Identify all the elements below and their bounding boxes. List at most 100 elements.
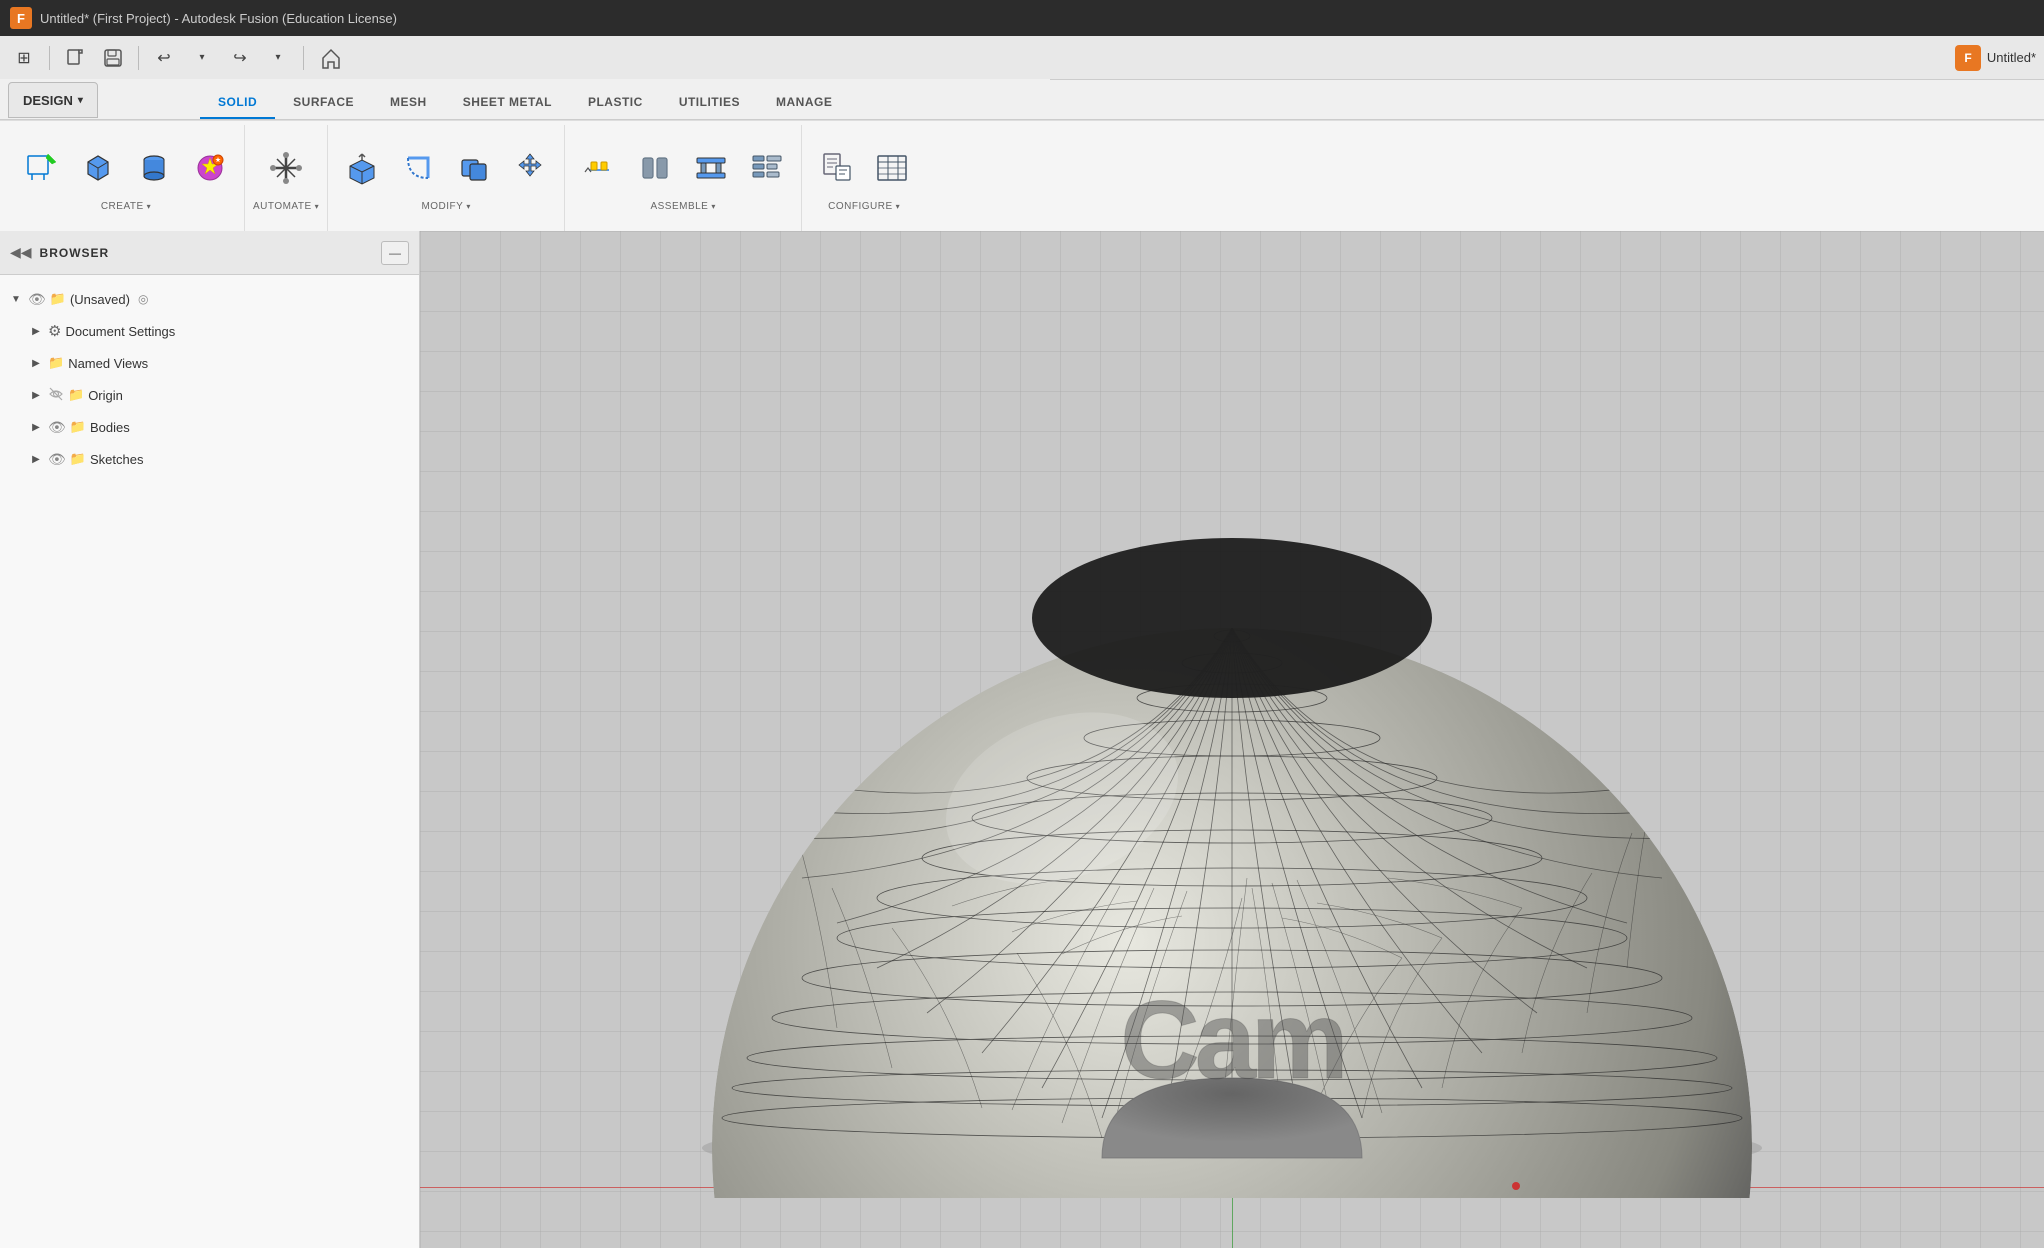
browser-collapse-button[interactable]: ◀◀ [10, 244, 32, 261]
eye-icon[interactable]: 👁 [28, 291, 46, 308]
eye-slash-icon[interactable] [48, 386, 64, 405]
redo-button[interactable]: ↪ [224, 44, 256, 72]
assemble-configure-tool[interactable] [741, 145, 793, 197]
browser-title: BROWSER [40, 246, 373, 260]
fillet-icon [400, 150, 436, 191]
create-label[interactable]: CREATE ▾ [101, 201, 151, 212]
joint-icon [581, 150, 617, 191]
icon-toolbar: CREATE ▾ [0, 120, 2044, 235]
top-toolbar: ⊞ ↩ ▾ ↪ ▾ F Untitled* [0, 36, 2044, 80]
window-title: Untitled* (First Project) - Autodesk Fus… [40, 11, 397, 26]
combine-icon [456, 150, 492, 191]
star-icon [192, 150, 228, 191]
modify-press-pull[interactable] [336, 145, 388, 197]
menu-tabs: SOLID SURFACE MESH SHEET METAL PLASTIC U… [0, 79, 1050, 119]
create-box-tool[interactable] [72, 145, 124, 197]
tree-bodies[interactable]: ▶ 👁 📁 Bodies [0, 411, 419, 443]
target-icon: ◎ [138, 292, 148, 306]
assemble-group: ASSEMBLE ▾ [565, 125, 802, 231]
create-chevron: ▾ [147, 202, 152, 211]
configure-table-tool[interactable] [866, 145, 918, 197]
configure-rules-tool[interactable] [810, 145, 862, 197]
assemble-rigid-tool[interactable] [629, 145, 681, 197]
tab-sheet-metal[interactable]: SHEET METAL [445, 87, 570, 119]
separator [49, 46, 50, 70]
configure-icon [749, 150, 785, 191]
viewport[interactable]: Cam [420, 231, 2044, 1248]
tree-root[interactable]: ▼ 👁 📁 (Unsaved) ◎ [0, 283, 419, 315]
tree-origin[interactable]: ▶ 📁 Origin [0, 379, 419, 411]
modify-move[interactable] [504, 145, 556, 197]
automate-icon [265, 147, 307, 194]
root-label: (Unsaved) [70, 292, 130, 307]
app-icon2: F [1955, 45, 1981, 71]
tab-mesh[interactable]: MESH [372, 87, 445, 119]
tab-plastic[interactable]: PLASTIC [570, 87, 661, 119]
expand-icon[interactable]: ▶ [28, 451, 44, 467]
modify-icons-row [336, 145, 556, 197]
modify-combine[interactable] [448, 145, 500, 197]
automate-icons-row [256, 145, 316, 197]
assemble-label[interactable]: ASSEMBLE ▾ [650, 201, 715, 212]
expand-icon[interactable]: ▶ [28, 323, 44, 339]
create-group: CREATE ▾ [8, 125, 245, 231]
assemble-joint-tool[interactable] [573, 145, 625, 197]
configure-icons-row [810, 145, 918, 197]
tab-solid[interactable]: SOLID [200, 87, 275, 119]
browser-tree: ▼ 👁 📁 (Unsaved) ◎ ▶ ⚙ Document Settings … [0, 275, 419, 483]
expand-icon[interactable]: ▼ [8, 291, 24, 307]
sidebar: ◀◀ BROWSER — ▼ 👁 📁 (Unsaved) ◎ ▶ ⚙ Docum… [0, 231, 420, 1248]
eye-icon[interactable]: 👁 [48, 419, 66, 436]
cylinder-icon [136, 150, 172, 191]
tree-named-views[interactable]: ▶ 📁 Named Views [0, 347, 419, 379]
sketch-icon [24, 150, 60, 191]
automate-label[interactable]: AUTOMATE ▾ [253, 201, 319, 212]
project-title: Untitled* [1987, 50, 2036, 65]
expand-icon[interactable]: ▶ [28, 355, 44, 371]
design-button[interactable]: DESIGN ▾ [8, 82, 98, 118]
redo-dropdown[interactable]: ▾ [262, 44, 294, 72]
automate-tool[interactable] [256, 145, 316, 197]
new-button[interactable] [59, 44, 91, 72]
bodies-label: Bodies [90, 420, 130, 435]
configure-label[interactable]: CONFIGURE ▾ [828, 201, 900, 212]
box-icon [80, 150, 116, 191]
modify-label[interactable]: MODIFY ▾ [421, 201, 470, 212]
modify-group: MODIFY ▾ [328, 125, 565, 231]
browser-menu-button[interactable]: — [381, 241, 409, 265]
press-pull-icon [344, 150, 380, 191]
modify-fillet[interactable] [392, 145, 444, 197]
grid-button[interactable]: ⊞ [8, 44, 40, 72]
create-more-tool[interactable] [184, 145, 236, 197]
move-icon [512, 150, 548, 191]
tab-surface[interactable]: SURFACE [275, 87, 372, 119]
create-cylinder-tool[interactable] [128, 145, 180, 197]
separator [138, 46, 139, 70]
tab-utilities[interactable]: UTILITIES [661, 87, 758, 119]
eye-icon[interactable]: 👁 [48, 451, 66, 468]
modify-chevron: ▾ [466, 202, 471, 211]
expand-icon[interactable]: ▶ [28, 387, 44, 403]
expand-icon[interactable]: ▶ [28, 419, 44, 435]
toolbar: ⊞ ↩ ▾ ↪ ▾ F Untitled* DESIGN ▾ [0, 36, 2044, 231]
tree-document-settings[interactable]: ▶ ⚙ Document Settings [0, 315, 419, 347]
undo-button[interactable]: ↩ [148, 44, 180, 72]
tree-sketches[interactable]: ▶ 👁 📁 Sketches [0, 443, 419, 475]
app-icon: F [10, 7, 32, 29]
undo-dropdown[interactable]: ▾ [186, 44, 218, 72]
save-button[interactable] [97, 44, 129, 72]
folder-icon: 📁 [70, 419, 86, 435]
folder-icon: 📁 [48, 355, 64, 371]
origin-label: Origin [88, 388, 123, 403]
table-icon [874, 150, 910, 191]
tab-manage[interactable]: MANAGE [758, 87, 850, 119]
design-label: DESIGN [23, 93, 73, 108]
svg-text:Cam: Cam [1120, 979, 1343, 1102]
automate-chevron: ▾ [315, 202, 320, 211]
axis-marker [1512, 1182, 1520, 1190]
assemble-joint2-tool[interactable] [685, 145, 737, 197]
dome-3d-model: Cam [682, 498, 1782, 1198]
create-sketch-tool[interactable] [16, 145, 68, 197]
folder-icon: 📁 [50, 291, 66, 307]
home-button[interactable] [313, 44, 349, 72]
